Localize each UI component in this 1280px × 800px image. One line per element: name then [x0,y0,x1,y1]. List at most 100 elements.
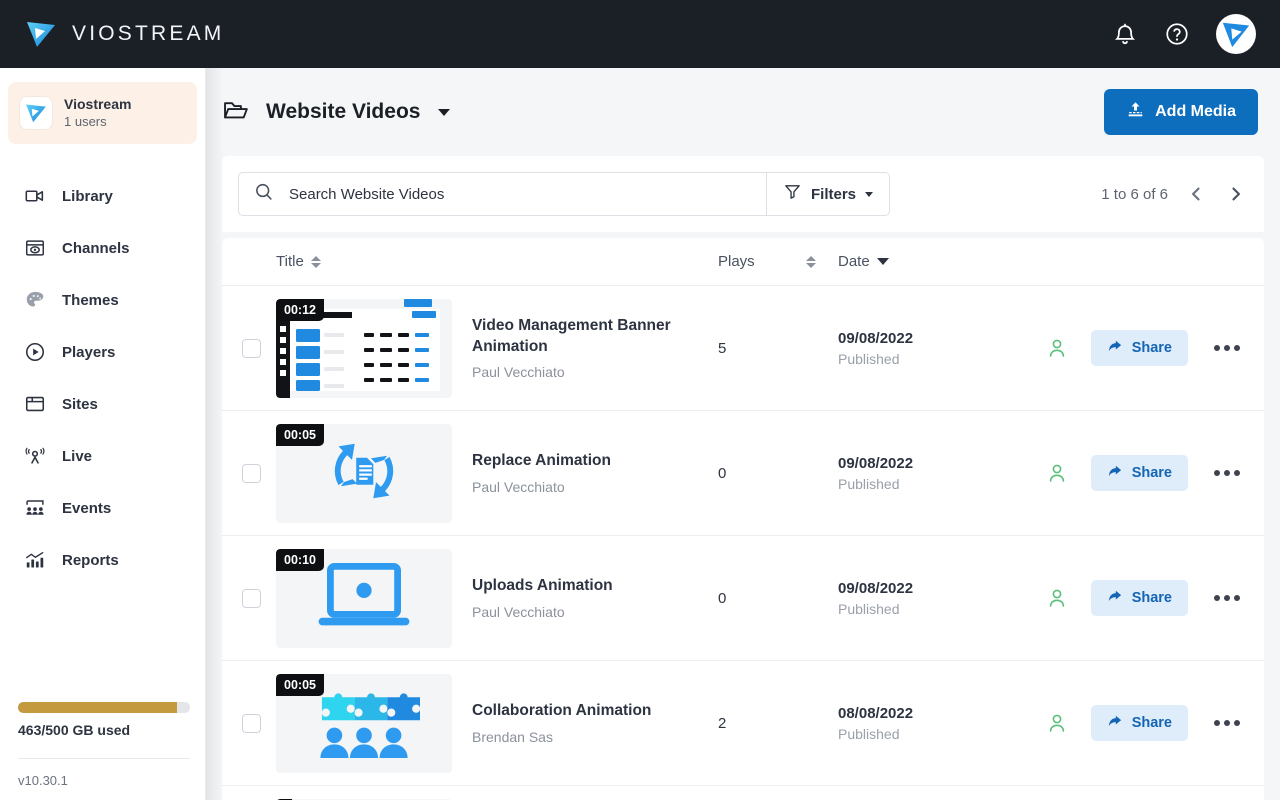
row-date-cell: 09/08/2022 Published [838,455,1008,492]
ellipsis-icon[interactable] [1210,462,1244,484]
row-checkbox[interactable] [242,338,261,358]
column-label: Plays [718,253,755,270]
video-title[interactable]: Collaboration Animation [472,701,710,722]
table-row[interactable]: 00:05 Collaboration Animation Brendan Sa… [222,661,1264,786]
row-checkbox[interactable] [242,588,261,608]
share-arrow-icon [1107,338,1123,358]
share-label: Share [1131,590,1172,606]
events-people-icon [24,497,46,519]
share-button[interactable]: Share [1090,455,1188,491]
table-header-row: Title Plays Date [222,238,1264,286]
laptop-icon [316,560,412,637]
account-switcher-card[interactable]: Viostream 1 users [8,82,197,145]
search-input[interactable] [289,185,752,203]
sort-updown-icon [310,255,321,268]
status-badge: Published [838,725,900,742]
avatar[interactable] [1216,14,1256,54]
version-label: v10.30.1 [18,773,68,788]
bar-chart-icon [24,549,46,571]
video-thumbnail[interactable]: 00:05 [276,673,452,773]
share-arrow-icon [1107,463,1123,483]
puzzle-people-icon [308,684,421,763]
person-outline-icon[interactable] [1045,711,1069,735]
column-header-title[interactable]: Title [276,253,718,270]
row-title-cell: Replace Animation Paul Vecchiato [472,451,718,495]
sidebar-item-themes[interactable]: Themes [0,274,205,326]
sidebar-item-events[interactable]: Events [0,482,205,534]
chevron-right-icon[interactable] [1224,182,1248,206]
search-input-wrap[interactable] [239,173,766,215]
column-header-date[interactable]: Date [838,253,1008,270]
ellipsis-icon[interactable] [1210,337,1244,359]
sidebar-item-players[interactable]: Players [0,326,205,378]
sidebar-item-channels[interactable]: Channels [0,222,205,274]
page-header: Website Videos Add Media [206,68,1280,156]
plays-count: 2 [718,714,727,732]
share-button[interactable]: Share [1090,705,1188,741]
question-circle-icon[interactable] [1164,21,1190,47]
video-title[interactable]: Replace Animation [472,451,710,472]
chevron-left-icon[interactable] [1184,182,1208,206]
table-row[interactable]: 00:10 Uploads Animation Paul Vecchiato 0 [222,536,1264,661]
person-outline-icon[interactable] [1045,461,1069,485]
table-row[interactable]: 00:05 Replace Animation Paul Vecchiato 0… [222,411,1264,536]
share-label: Share [1131,340,1172,356]
sort-updown-icon [805,255,816,268]
filters-button[interactable]: Filters [765,173,889,215]
add-media-label: Add Media [1155,103,1236,120]
add-media-button[interactable]: Add Media [1104,89,1258,135]
pagination: 1 to 6 of 6 [1101,182,1248,206]
row-select-cell [242,338,276,358]
video-date: 09/08/2022 [838,454,914,472]
video-table: Title Plays Date 00:12 Video Management … [222,238,1264,800]
video-thumbnail[interactable]: 00:12 [276,298,452,398]
browser-window-icon [24,393,46,415]
folder-open-icon [222,96,250,129]
sidebar-item-sites[interactable]: Sites [0,378,205,430]
video-title[interactable]: Video Management Banner Animation [472,316,710,358]
duration-badge: 00:05 [276,673,324,696]
ellipsis-icon[interactable] [1210,587,1244,609]
sidebar-item-reports[interactable]: Reports [0,534,205,586]
video-thumbnail[interactable]: 00:10 [276,548,452,648]
row-title-cell: Uploads Animation Paul Vecchiato [472,576,718,620]
row-date-cell: 08/08/2022 Published [838,705,1008,742]
plays-count: 0 [718,589,727,607]
table-row[interactable]: 00:12 Video Management Banner Animation … [222,286,1264,411]
brand-logo-link[interactable]: VIOSTREAM [0,17,224,51]
duration-badge: 00:10 [276,548,324,571]
filters-label: Filters [810,185,856,203]
share-button[interactable]: Share [1090,330,1188,366]
sidebar-item-label: Library [62,187,113,205]
row-title-cell: Collaboration Animation Brendan Sas [472,701,718,745]
column-header-plays[interactable]: Plays [718,253,838,270]
status-badge: Published [838,600,900,617]
storage-progress-fill [18,702,178,713]
person-outline-icon[interactable] [1045,336,1069,360]
search-box: Filters [238,172,890,216]
sidebar-item-library[interactable]: Library [0,170,205,222]
video-author: Paul Vecchiato [472,478,565,495]
table-row[interactable] [222,786,1264,800]
ellipsis-icon[interactable] [1210,712,1244,734]
sidebar-item-label: Themes [62,291,119,309]
top-navigation-bar: VIOSTREAM [0,0,1280,68]
bell-icon[interactable] [1112,21,1138,47]
row-actions: Share [1045,455,1244,491]
video-title[interactable]: Uploads Animation [472,576,710,597]
sidebar-item-live[interactable]: Live [0,430,205,482]
row-thumbnail-cell: 00:05 [276,673,472,773]
sidebar-item-label: Live [62,447,93,465]
folder-selector[interactable]: Website Videos [222,96,451,129]
video-thumbnail[interactable]: 00:05 [276,423,452,523]
channels-window-icon [24,237,46,259]
row-checkbox[interactable] [242,713,261,733]
row-checkbox[interactable] [242,463,261,483]
person-outline-icon[interactable] [1045,586,1069,610]
share-button[interactable]: Share [1090,580,1188,616]
share-label: Share [1131,715,1172,731]
row-actions: Share [1045,330,1244,366]
version-footer: v10.30.1 [18,758,190,788]
column-label: Date [838,253,870,270]
row-select-cell [242,713,276,733]
